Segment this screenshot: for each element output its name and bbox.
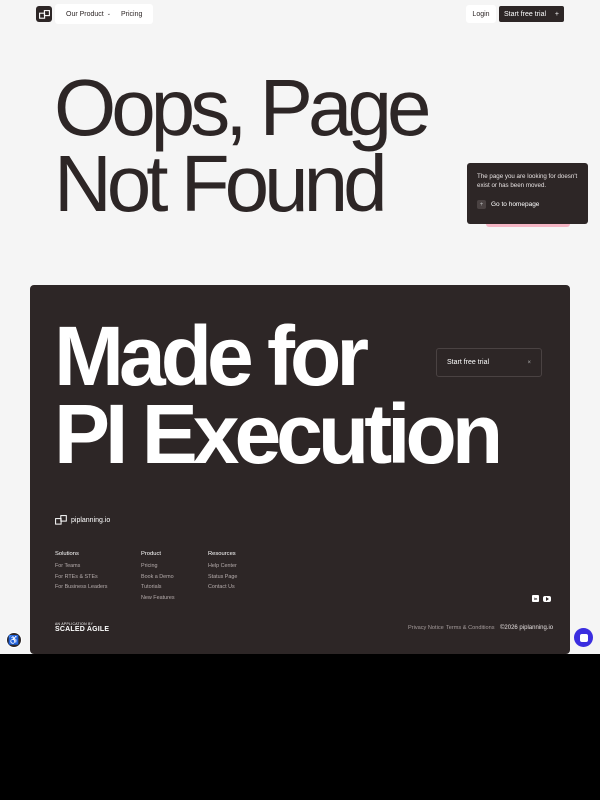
panel-title: Made for PI Execution xyxy=(54,314,534,481)
chat-launcher-button[interactable] xyxy=(574,628,593,647)
panel-start-trial-button[interactable]: Start free trial × xyxy=(436,348,542,377)
youtube-icon[interactable] xyxy=(543,596,551,602)
footer-column-product: Product Pricing Book a Demo Tutorials Ne… xyxy=(141,551,175,604)
scaled-agile-wordmark: SCALED AGILE xyxy=(55,626,110,633)
footer-link-book-demo[interactable]: Book a Demo xyxy=(141,572,175,583)
panel-title-line-2: PI Execution xyxy=(54,387,503,481)
error-title-line-1: Oops, Page xyxy=(54,63,432,152)
footer-link-help-center[interactable]: Help Center xyxy=(208,561,237,572)
footer-link-tutorials[interactable]: Tutorials xyxy=(141,582,175,593)
plus-icon: + xyxy=(554,10,559,18)
nav-our-product[interactable]: Our Product ⌄ xyxy=(61,11,116,18)
footer-link-for-teams[interactable]: For Teams xyxy=(55,561,107,572)
start-trial-button[interactable]: Start free trial + xyxy=(499,6,564,22)
not-found-message: The page you are looking for doesn't exi… xyxy=(477,173,578,189)
chevron-down-icon: ⌄ xyxy=(106,11,111,17)
linkedin-icon[interactable]: in xyxy=(532,595,539,602)
login-button[interactable]: Login xyxy=(466,5,496,23)
footer-panel: Made for PI Execution Start free trial ×… xyxy=(30,285,570,654)
accessibility-button[interactable]: ♿ xyxy=(6,632,22,648)
close-icon: × xyxy=(527,359,531,366)
logo-mark-icon xyxy=(38,9,50,19)
footer-column-solutions: Solutions For Teams For RTEs & STEs For … xyxy=(55,551,107,593)
footer-brand-name: piplanning.io xyxy=(71,516,111,524)
logo-mark-icon xyxy=(55,515,67,525)
copyright-text: ©2026 piplanning.io xyxy=(500,625,554,631)
plus-square-icon: + xyxy=(477,200,486,209)
footer-link-pricing[interactable]: Pricing xyxy=(141,561,175,572)
social-links: in xyxy=(532,595,551,602)
nav-pricing[interactable]: Pricing xyxy=(116,11,147,18)
footer-column-resources: Resources Help Center Status Page Contac… xyxy=(208,551,237,593)
footer-link-contact-us[interactable]: Contact Us xyxy=(208,582,237,593)
not-found-card: The page you are looking for doesn't exi… xyxy=(467,163,588,224)
footer-link-new-features[interactable]: New Features xyxy=(141,593,175,604)
terms-conditions-link[interactable]: Terms & Conditions xyxy=(446,625,495,631)
footer-brand[interactable]: piplanning.io xyxy=(55,515,110,525)
error-title-line-2: Not Found xyxy=(54,139,388,228)
footer-column-heading: Solutions xyxy=(55,551,79,557)
go-to-homepage-label: Go to homepage xyxy=(491,201,540,208)
start-trial-label: Start free trial xyxy=(504,10,547,18)
footer-link-for-rtes[interactable]: For RTEs & STEs xyxy=(55,572,107,583)
accessibility-icon: ♿ xyxy=(8,634,20,645)
go-to-homepage-link[interactable]: + Go to homepage xyxy=(477,200,578,209)
nav-our-product-label: Our Product xyxy=(66,10,104,18)
footer-column-heading: Resources xyxy=(208,551,236,557)
footer-link-for-business-leaders[interactable]: For Business Leaders xyxy=(55,582,107,593)
main-nav: Our Product ⌄ Pricing xyxy=(55,4,154,24)
error-title: Oops, Page Not Found xyxy=(54,63,514,228)
logo-icon[interactable] xyxy=(36,6,52,22)
nav-pricing-label: Pricing xyxy=(120,10,143,18)
footer-column-heading: Product xyxy=(141,551,161,557)
panel-start-trial-label: Start free trial xyxy=(447,359,490,366)
chat-icon xyxy=(579,633,588,642)
login-label: Login xyxy=(472,10,490,18)
footer-link-status-page[interactable]: Status Page xyxy=(208,572,237,583)
scaled-agile-logo[interactable]: AN APPLICATION BY SCALED AGILE xyxy=(55,622,109,633)
privacy-notice-link[interactable]: Privacy Notice xyxy=(408,625,444,631)
